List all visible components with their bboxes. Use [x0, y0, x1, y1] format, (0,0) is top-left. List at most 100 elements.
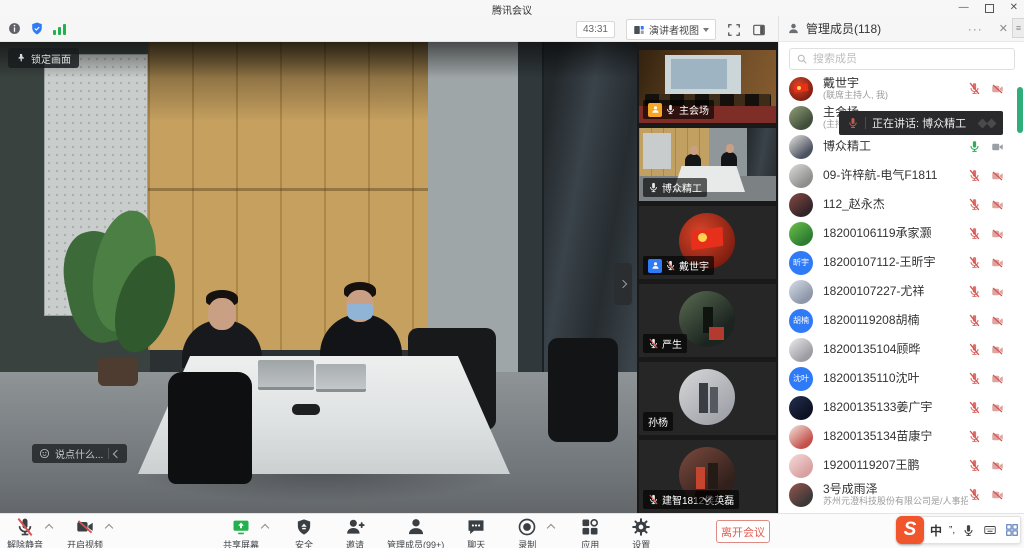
video-thumbnail-1[interactable]: 主会场: [639, 50, 776, 123]
toolbar-label: 安全: [295, 538, 313, 548]
member-row[interactable]: 昕宇 18200107112-王昕宇: [779, 248, 1024, 277]
member-name: 18200107112-王昕宇: [823, 256, 968, 269]
toolbar-cam-off-button[interactable]: 开启视频: [66, 517, 104, 548]
toolbar-security-shield-button[interactable]: 安全: [285, 517, 323, 548]
panel-menu-handle[interactable]: ≡: [1012, 18, 1024, 38]
member-row[interactable]: 18200135133姜广宇: [779, 393, 1024, 422]
camera-off-icon[interactable]: [990, 489, 1005, 501]
member-row[interactable]: 胡楠 18200119208胡楠: [779, 306, 1024, 335]
chevron-up-icon[interactable]: [45, 524, 53, 532]
member-info: 09-许梓航-电气F1811: [823, 169, 968, 182]
toolbar-invite-button[interactable]: 邀请: [336, 517, 374, 548]
camera-off-icon[interactable]: [990, 373, 1005, 385]
ime-punctuation-toggle[interactable]: ”,: [949, 525, 955, 536]
video-thumbnail-4[interactable]: 严生: [639, 284, 776, 357]
lock-view-tooltip[interactable]: 锁定画面: [8, 48, 79, 68]
speaking-toast-text: 正在讲话: 博众精工: [872, 115, 966, 131]
minimize-button[interactable]: —: [959, 1, 969, 15]
member-row[interactable]: 19200119207王鹏: [779, 451, 1024, 480]
camera-on-icon[interactable]: [990, 141, 1005, 153]
thumbnail-collapse-handle[interactable]: [614, 263, 632, 305]
camera-off-icon[interactable]: [990, 286, 1005, 298]
member-row[interactable]: 沈叶 18200135110沈叶: [779, 364, 1024, 393]
collapse-left-icon[interactable]: [113, 449, 121, 457]
member-row[interactable]: 09-许梓航-电气F1811: [779, 161, 1024, 190]
camera-off-icon[interactable]: [990, 344, 1005, 356]
leave-meeting-button[interactable]: 离开会议: [716, 520, 770, 543]
info-icon[interactable]: [8, 22, 21, 35]
mic-muted-icon[interactable]: [968, 430, 981, 443]
maximize-button[interactable]: [985, 4, 994, 13]
mic-muted-icon[interactable]: [968, 82, 981, 95]
member-row[interactable]: 戴世宇(联席主持人, 我): [779, 74, 1024, 103]
mic-muted-icon[interactable]: [968, 488, 981, 501]
smiley-icon[interactable]: [39, 448, 50, 459]
ime-mic-icon[interactable]: [962, 524, 975, 537]
close-button[interactable]: ✕: [1010, 1, 1018, 15]
mic-muted-icon[interactable]: [968, 169, 981, 182]
quick-chat-pill[interactable]: 说点什么...: [32, 444, 127, 463]
video-thumbnail-2[interactable]: 博众精工: [639, 128, 776, 201]
member-row[interactable]: 18200135134苗康宁: [779, 422, 1024, 451]
toolbar-apps-button[interactable]: 应用: [571, 517, 609, 548]
member-row[interactable]: 18200106119承家灏: [779, 219, 1024, 248]
mic-muted-icon[interactable]: [968, 343, 981, 356]
member-row[interactable]: 博众精工: [779, 132, 1024, 161]
camera-off-icon[interactable]: [990, 228, 1005, 240]
mic-muted-icon[interactable]: [968, 372, 981, 385]
ime-keyboard-icon[interactable]: [982, 524, 998, 536]
member-panel-header: 管理成员(118) ··· ✕ ≡: [779, 16, 1024, 42]
toolbar-record-button[interactable]: 录制: [508, 517, 546, 548]
member-name: 18200135104顾晔: [823, 343, 968, 356]
camera-off-icon[interactable]: [990, 315, 1005, 327]
member-row[interactable]: 3号成雨泽苏州元澄科技股份有限公司是/人事招聘主管: [779, 480, 1024, 509]
mic-muted-icon[interactable]: [968, 256, 981, 269]
camera-off-icon[interactable]: [990, 460, 1005, 472]
panel-scrollbar[interactable]: [1017, 87, 1023, 133]
more-options-icon[interactable]: ···: [968, 22, 983, 36]
toolbar-members-button[interactable]: 管理成员(99+): [387, 517, 444, 548]
mic-muted-icon[interactable]: [968, 401, 981, 414]
chevron-up-icon[interactable]: [261, 524, 269, 532]
video-thumbnail-3[interactable]: 戴世宇: [639, 206, 776, 279]
view-mode-button[interactable]: 演讲者视图: [626, 19, 716, 40]
camera-off-icon[interactable]: [990, 83, 1005, 95]
member-info: 18200135104顾晔: [823, 343, 968, 356]
video-thumbnail-5[interactable]: 孙杨: [639, 362, 776, 435]
thumbnail-label: 建智1812侯英磊: [643, 490, 739, 509]
sogou-ime-icon[interactable]: S: [896, 516, 924, 544]
chevron-up-icon[interactable]: [105, 524, 113, 532]
member-row[interactable]: 112_赵永杰: [779, 190, 1024, 219]
chevron-up-icon[interactable]: [547, 524, 555, 532]
camera-off-icon[interactable]: [990, 257, 1005, 269]
ime-language-toggle[interactable]: 中: [930, 522, 942, 539]
side-panel-icon[interactable]: [752, 23, 766, 37]
member-row[interactable]: 18200107227-尤祥: [779, 277, 1024, 306]
mic-muted-icon[interactable]: [968, 285, 981, 298]
camera-off-icon[interactable]: [990, 402, 1005, 414]
member-row[interactable]: 18200135104顾晔: [779, 335, 1024, 364]
toolbar-share-screen-button[interactable]: 共享屏幕: [222, 517, 260, 548]
mic-active-icon[interactable]: [968, 140, 981, 153]
search-input[interactable]: [813, 53, 1008, 65]
mic-muted-icon[interactable]: [968, 314, 981, 327]
cam-off-icon: [74, 517, 96, 537]
shield-check-icon[interactable]: [30, 21, 44, 36]
member-panel-title: 管理成员(118): [806, 20, 962, 37]
mic-muted-icon[interactable]: [968, 459, 981, 472]
toolbar-settings-button[interactable]: 设置: [622, 517, 660, 548]
toolbar-chat-button[interactable]: 聊天: [457, 517, 495, 548]
panel-close-icon[interactable]: ✕: [999, 22, 1008, 35]
security-shield-icon: [295, 517, 313, 537]
ime-toolbox-icon[interactable]: [1005, 523, 1019, 537]
camera-off-icon[interactable]: [990, 199, 1005, 211]
member-info: 18200135133姜广宇: [823, 401, 968, 414]
toolbar-mic-off-button[interactable]: 解除静音: [6, 517, 44, 548]
mic-muted-icon[interactable]: [968, 227, 981, 240]
fullscreen-icon[interactable]: [727, 23, 741, 37]
camera-off-icon[interactable]: [990, 170, 1005, 182]
scroll-down-icon[interactable]: [695, 491, 719, 504]
camera-off-icon[interactable]: [990, 431, 1005, 443]
member-avatar: [789, 106, 813, 130]
mic-muted-icon[interactable]: [968, 198, 981, 211]
